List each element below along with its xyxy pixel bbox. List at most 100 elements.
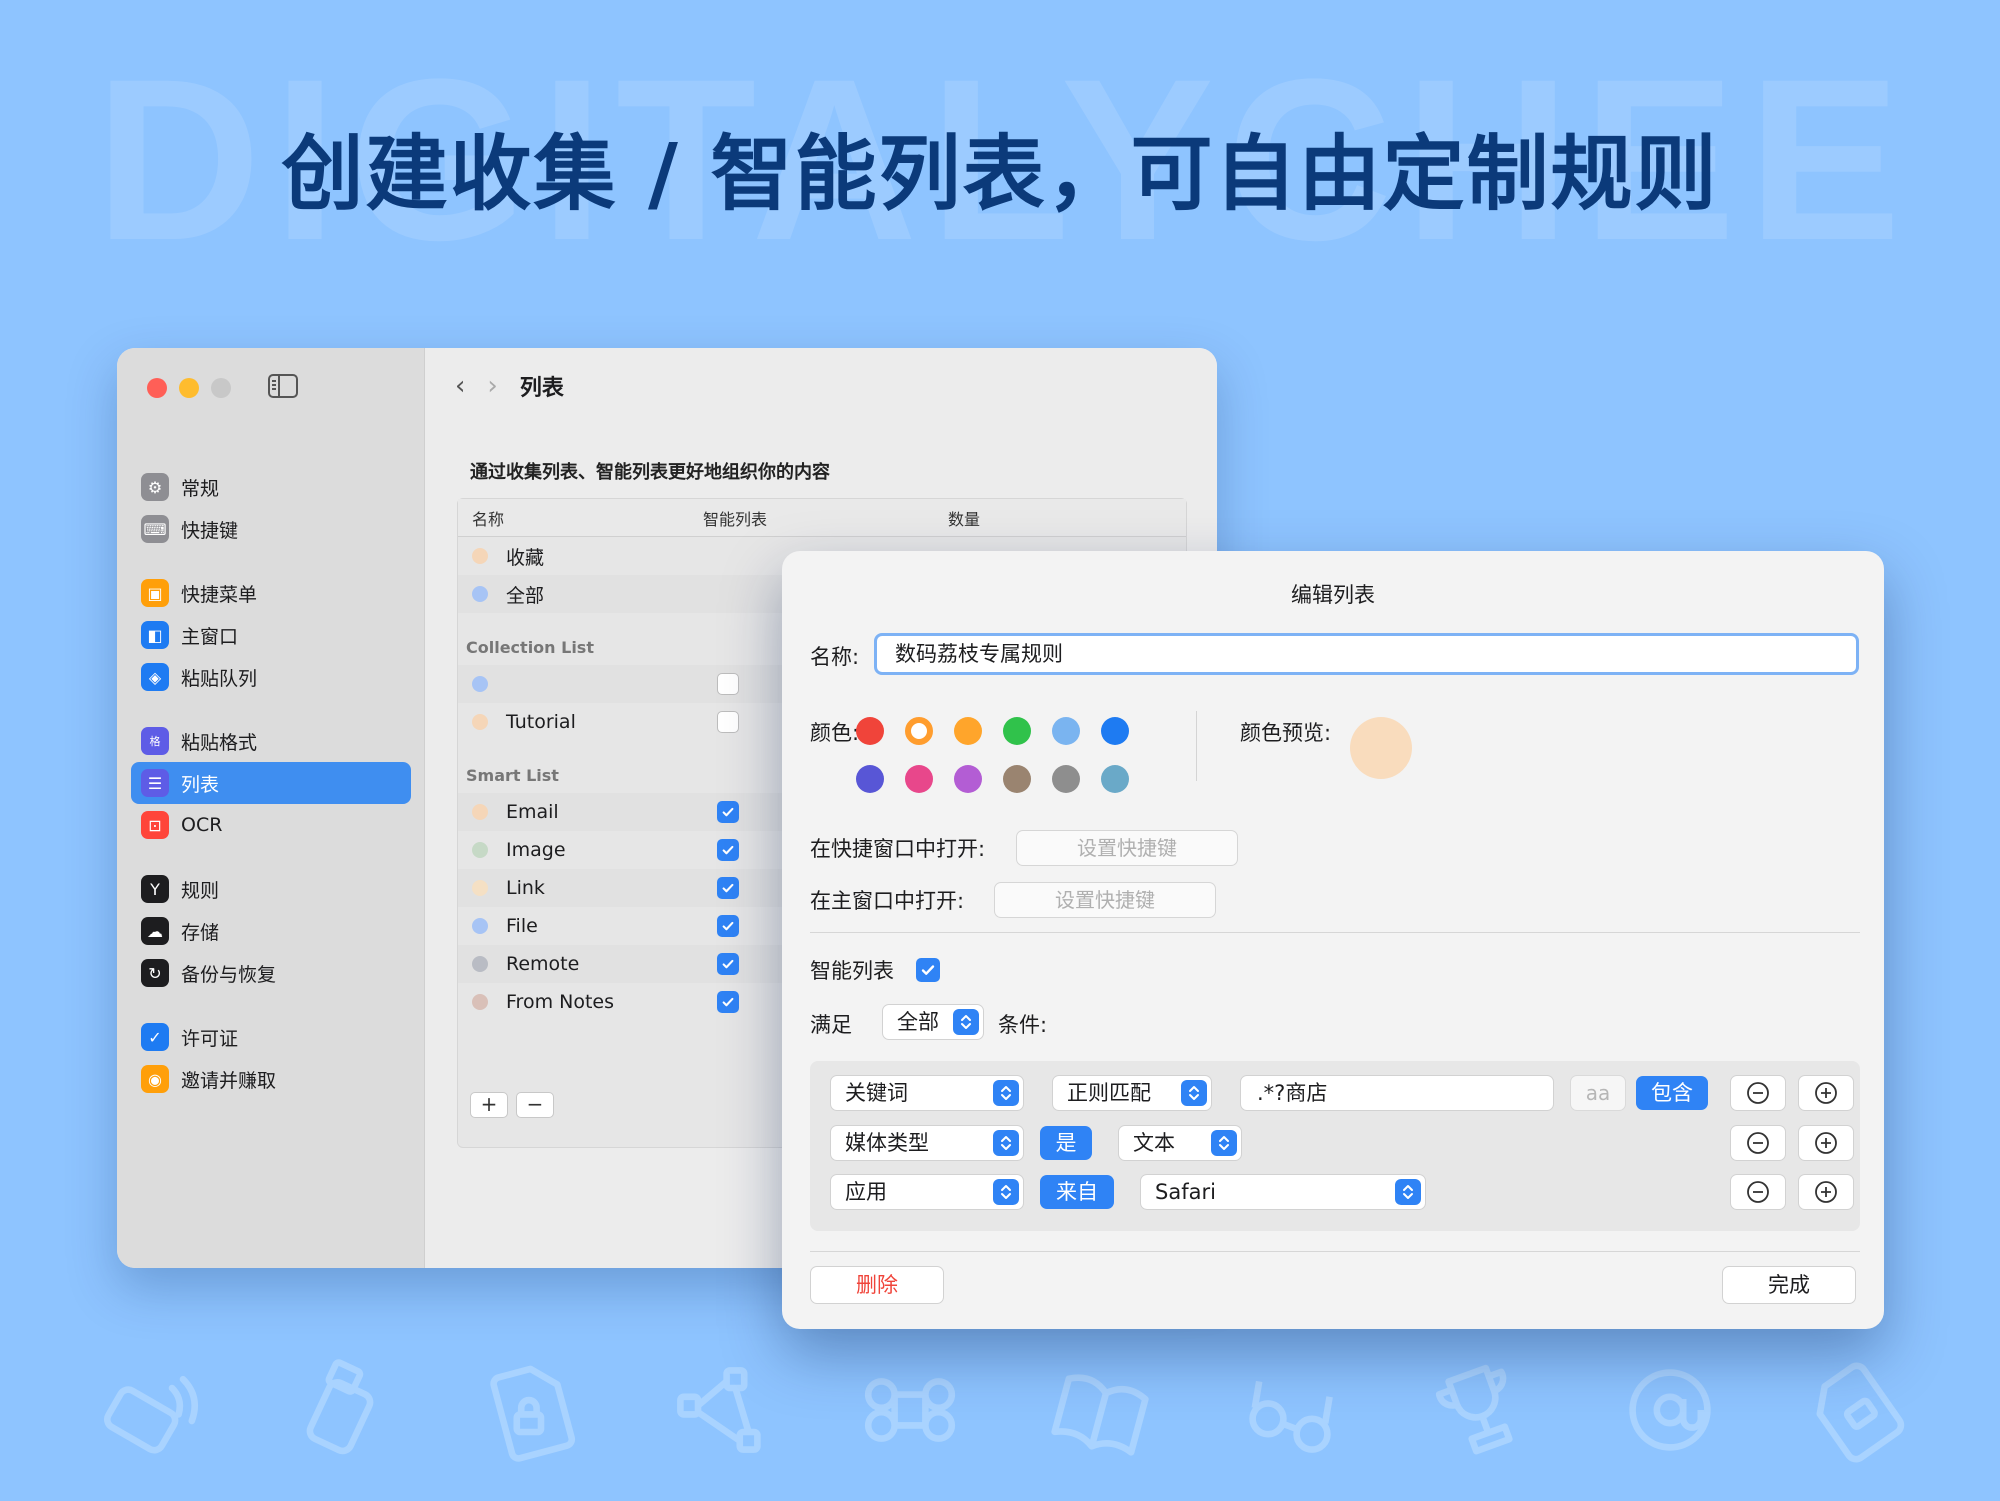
- done-button[interactable]: 完成: [1722, 1266, 1856, 1304]
- updown-chevron-icon: [953, 1009, 979, 1035]
- sidebar-item-label: 规则: [181, 879, 220, 902]
- rule-2-field-select[interactable]: 媒体类型: [830, 1125, 1024, 1161]
- rule-1-field-select[interactable]: 关键词: [830, 1075, 1024, 1111]
- rule-2-value-select[interactable]: 文本: [1118, 1125, 1242, 1161]
- name-input[interactable]: 数码荔枝专属规则: [874, 633, 1859, 675]
- zoom-window-button[interactable]: [211, 378, 231, 398]
- row-name-cell: [458, 676, 703, 692]
- quick-window-shortcut-field[interactable]: 设置快捷键: [1016, 830, 1238, 866]
- smart-list-checkbox[interactable]: [717, 839, 739, 861]
- rule-3-value: Safari: [1155, 1180, 1216, 1204]
- invite-people-icon: ◉: [141, 1065, 169, 1093]
- color-preview: [1350, 717, 1412, 779]
- sidebar-item[interactable]: ◉ 邀请并赚取: [131, 1058, 411, 1100]
- sidebar-item[interactable]: ☁ 存储: [131, 910, 411, 952]
- color-swatch[interactable]: [1052, 717, 1080, 745]
- smart-list-checkbox[interactable]: [717, 953, 739, 975]
- color-divider: [1196, 711, 1197, 781]
- row-name: 全部: [506, 584, 545, 607]
- color-swatch[interactable]: [1003, 717, 1031, 745]
- sidebar-item[interactable]: ⌨ 快捷键: [131, 508, 411, 550]
- rule-3-operator-button[interactable]: 来自: [1040, 1175, 1114, 1209]
- rule-1-operator-select[interactable]: 正则匹配: [1052, 1075, 1212, 1111]
- rule-2-operator-button[interactable]: 是: [1040, 1126, 1092, 1160]
- sidebar-item[interactable]: ↻ 备份与恢复: [131, 952, 411, 994]
- delete-button[interactable]: 删除: [810, 1266, 944, 1304]
- sidebar-toggle-icon[interactable]: [267, 373, 299, 399]
- smart-list-checkbox[interactable]: [717, 991, 739, 1013]
- color-swatch[interactable]: [1101, 717, 1129, 745]
- plus-circle-icon: [1815, 1181, 1837, 1203]
- rule-3-value-select[interactable]: Safari: [1140, 1174, 1426, 1210]
- color-swatch[interactable]: [905, 765, 933, 793]
- main-window-shortcut-field[interactable]: 设置快捷键: [994, 882, 1216, 918]
- rule-2-field: 媒体类型: [845, 1131, 929, 1155]
- color-swatch[interactable]: [856, 717, 884, 745]
- col-smart[interactable]: 智能列表: [703, 506, 948, 530]
- row-name-cell: From Notes: [458, 991, 703, 1013]
- minus-circle-icon: [1747, 1132, 1769, 1154]
- sidebar-item[interactable]: ◈ 粘贴队列: [131, 656, 411, 698]
- smart-list-checkbox[interactable]: [916, 958, 940, 982]
- smart-list-checkbox[interactable]: [717, 915, 739, 937]
- sidebar-item[interactable]: ▣ 快捷菜单: [131, 572, 411, 614]
- list-color-dot: [472, 956, 488, 972]
- sidebar-item[interactable]: 格粘贴格式: [131, 720, 411, 762]
- color-swatch[interactable]: [856, 765, 884, 793]
- rule-1-remove-button[interactable]: [1730, 1075, 1786, 1111]
- add-list-button[interactable]: +: [470, 1092, 508, 1118]
- list-icon: ☰: [141, 769, 169, 797]
- row-name: From Notes: [506, 991, 614, 1013]
- page-description: 通过收集列表、智能列表更好地组织你的内容: [470, 462, 830, 483]
- sidebar-item[interactable]: ◧ 主窗口: [131, 614, 411, 656]
- color-swatch[interactable]: [1052, 765, 1080, 793]
- minimize-window-button[interactable]: [179, 378, 199, 398]
- rule-1-mode-button[interactable]: 包含: [1636, 1076, 1708, 1110]
- close-window-button[interactable]: [147, 378, 167, 398]
- row-name-cell: Remote: [458, 953, 703, 975]
- sidebar-item-label: 备份与恢复: [181, 963, 277, 986]
- color-swatch[interactable]: [1003, 765, 1031, 793]
- list-color-dot: [472, 994, 488, 1010]
- row-name-cell: File: [458, 915, 703, 937]
- rule-1-case-toggle[interactable]: aa: [1570, 1075, 1626, 1111]
- sidebar-item[interactable]: ☰ 列表: [131, 762, 411, 804]
- smart-list-checkbox[interactable]: [717, 711, 739, 733]
- list-color-dot: [472, 714, 488, 730]
- row-name-cell: 全部: [458, 581, 703, 608]
- sidebar-item[interactable]: ⊡ OCR: [131, 804, 411, 846]
- smart-list-checkbox[interactable]: [717, 801, 739, 823]
- sd-card-icon: [1816, 1362, 1905, 1463]
- rule-3-field-select[interactable]: 应用: [830, 1174, 1024, 1210]
- sidebar-item[interactable]: Y 规则: [131, 868, 411, 910]
- rule-3-remove-button[interactable]: [1730, 1174, 1786, 1210]
- sidebar-item[interactable]: ✓ 许可证: [131, 1016, 411, 1058]
- rule-2-add-button[interactable]: [1798, 1125, 1854, 1161]
- color-swatch[interactable]: [905, 717, 933, 745]
- row-name: Tutorial: [506, 711, 576, 733]
- color-swatch[interactable]: [1101, 765, 1129, 793]
- rule-3-add-button[interactable]: [1798, 1174, 1854, 1210]
- col-name[interactable]: 名称: [458, 506, 703, 530]
- rule-1-value-input[interactable]: .*?商店: [1240, 1075, 1554, 1111]
- row-name: Remote: [506, 953, 580, 975]
- sidebar-item[interactable]: ⚙ 常规: [131, 466, 411, 508]
- sidebar-list: ⚙ 常规 ⌨ 快捷键 ▣ 快捷菜单 ◧ 主窗口 ◈ 粘贴队列格粘贴格式 ☰ 列表 ⊡ OCR Y 规则 ☁ 存储 ↻…: [131, 466, 411, 1100]
- glasses-icon: [1249, 1380, 1333, 1453]
- locked-document-icon: [490, 1365, 576, 1462]
- rule-1-field: 关键词: [845, 1081, 908, 1105]
- forward-chevron-icon[interactable]: ›: [487, 371, 497, 401]
- smart-list-checkbox[interactable]: [717, 877, 739, 899]
- smart-list-checkbox[interactable]: [717, 673, 739, 695]
- rule-1-add-button[interactable]: [1798, 1075, 1854, 1111]
- remove-list-button[interactable]: −: [516, 1092, 554, 1118]
- vector-path-icon: [677, 1367, 761, 1453]
- satisfy-select[interactable]: 全部: [882, 1004, 984, 1040]
- rule-2-remove-button[interactable]: [1730, 1125, 1786, 1161]
- keyboard-icon: ⌨: [141, 515, 169, 543]
- color-swatch[interactable]: [954, 717, 982, 745]
- sidebar: ⚙ 常规 ⌨ 快捷键 ▣ 快捷菜单 ◧ 主窗口 ◈ 粘贴队列格粘贴格式 ☰ 列表 ⊡ OCR Y 规则 ☁ 存储 ↻…: [117, 348, 425, 1268]
- back-chevron-icon[interactable]: ‹: [455, 371, 465, 401]
- col-count[interactable]: 数量: [948, 506, 1148, 530]
- color-swatch[interactable]: [954, 765, 982, 793]
